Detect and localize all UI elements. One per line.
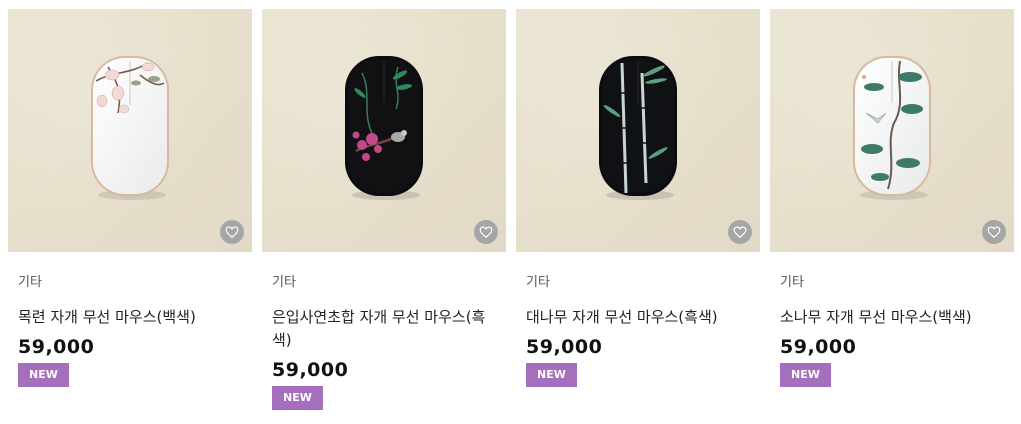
product-info: 기타 은입사연초합 자개 무선 마우스(흑색) 59,000 NEW <box>262 252 506 410</box>
mouse-magnolia-image <box>91 55 169 200</box>
product-image[interactable] <box>262 9 506 252</box>
product-info: 기타 소나무 자개 무선 마우스(백색) 59,000 NEW <box>770 252 1014 387</box>
product-grid: 기타 목련 자개 무선 마우스(백색) 59,000 NEW 기타 은입사연초합… <box>8 9 1014 410</box>
mouse-pine-crane-image <box>853 55 931 200</box>
product-card[interactable]: 기타 목련 자개 무선 마우스(백색) 59,000 NEW <box>8 9 252 410</box>
product-name[interactable]: 소나무 자개 무선 마우스(백색) <box>780 306 1004 329</box>
product-name[interactable]: 대나무 자개 무선 마우스(흑색) <box>526 306 750 329</box>
new-badge: NEW <box>780 363 831 387</box>
heart-icon <box>479 226 493 239</box>
product-category: 기타 <box>526 275 550 290</box>
product-price: 59,000 <box>526 336 603 358</box>
product-category: 기타 <box>272 275 296 290</box>
product-price: 59,000 <box>18 336 95 358</box>
product-category: 기타 <box>780 275 804 290</box>
product-price: 59,000 <box>272 359 349 381</box>
product-price: 59,000 <box>780 336 857 358</box>
product-image[interactable] <box>770 9 1014 252</box>
product-name[interactable]: 목련 자개 무선 마우스(백색) <box>18 306 242 329</box>
mouse-plum-blossom-image <box>345 55 423 200</box>
product-category: 기타 <box>18 275 42 290</box>
new-badge: NEW <box>526 363 577 387</box>
new-badge: NEW <box>272 386 323 410</box>
product-card[interactable]: 기타 은입사연초합 자개 무선 마우스(흑색) 59,000 NEW <box>262 9 506 410</box>
product-name[interactable]: 은입사연초합 자개 무선 마우스(흑색) <box>272 306 496 352</box>
mouse-bamboo-image <box>599 55 677 200</box>
product-image[interactable] <box>8 9 252 252</box>
heart-icon <box>733 226 747 239</box>
product-card[interactable]: 기타 대나무 자개 무선 마우스(흑색) 59,000 NEW <box>516 9 760 410</box>
heart-icon <box>987 226 1001 239</box>
wishlist-button[interactable] <box>982 220 1006 244</box>
wishlist-button[interactable] <box>220 220 244 244</box>
new-badge: NEW <box>18 363 69 387</box>
product-info: 기타 목련 자개 무선 마우스(백색) 59,000 NEW <box>8 252 252 387</box>
wishlist-button[interactable] <box>474 220 498 244</box>
product-card[interactable]: 기타 소나무 자개 무선 마우스(백색) 59,000 NEW <box>770 9 1014 410</box>
wishlist-button[interactable] <box>728 220 752 244</box>
product-image[interactable] <box>516 9 760 252</box>
heart-icon <box>225 226 239 239</box>
product-info: 기타 대나무 자개 무선 마우스(흑색) 59,000 NEW <box>516 252 760 387</box>
